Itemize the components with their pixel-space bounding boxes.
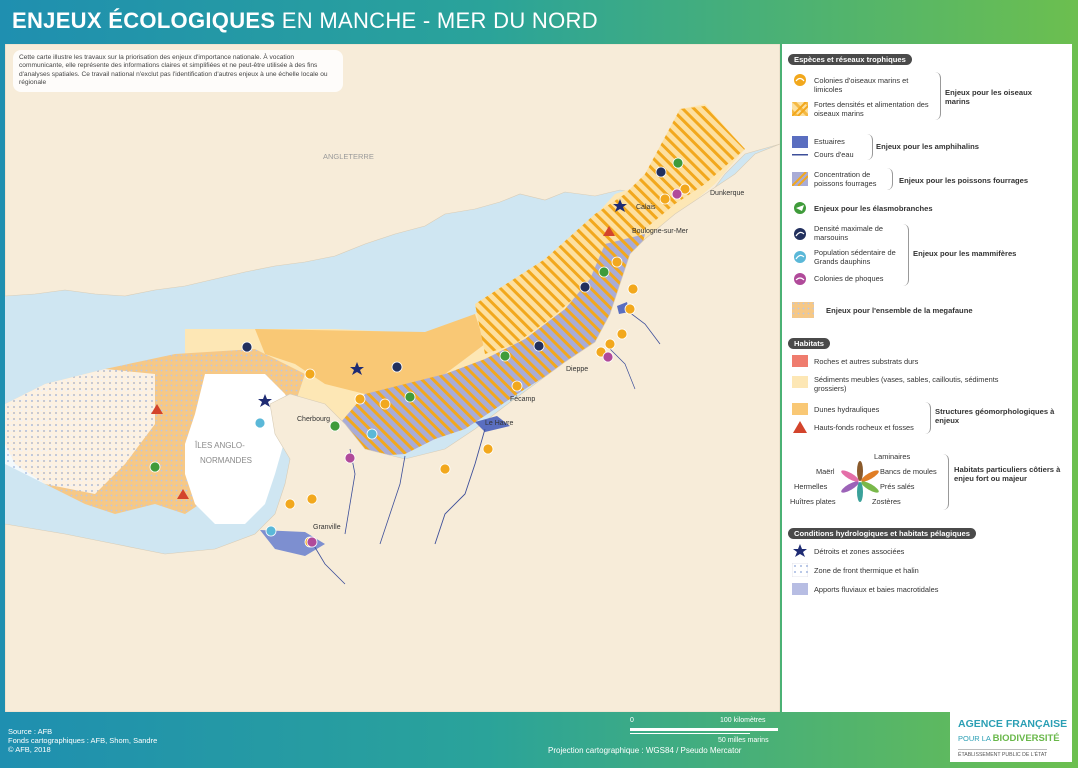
legend-laminaires: Laminaires	[874, 452, 911, 461]
legend-marsouins: Densité maximale de marsouins	[814, 224, 884, 242]
legend-cours-eau: Cours d'eau	[814, 150, 854, 159]
brace-amphihalins	[866, 134, 873, 160]
brace-structures	[924, 402, 931, 434]
label-granville: Granville	[313, 524, 341, 531]
legend-elasmobranches: Enjeux pour les élasmobranches	[814, 204, 933, 213]
bird-colony-icon	[794, 74, 806, 86]
scale-zero: 0	[630, 717, 634, 724]
legend-pres-sales: Prés salés	[880, 482, 915, 491]
front-swatch	[792, 563, 808, 577]
legend-apports-fluviaux: Apports fluviaux et baies macrotidales	[814, 585, 939, 594]
projection-text: Projection cartographique : WGS84 / Pseu…	[548, 746, 742, 755]
label-angleterre: ANGLETERRE	[323, 152, 374, 161]
legend-zosteres: Zostères	[872, 497, 901, 506]
map-canvas[interactable]	[5, 44, 780, 712]
legend-hauts-fonds: Hauts-fonds rocheux et fosses	[814, 423, 914, 432]
copyright-line: © AFB, 2018	[8, 745, 51, 754]
page-title: ENJEUX ÉCOLOGIQUES EN MANCHE - MER DU NO…	[12, 8, 598, 33]
haut-fond-icon	[793, 421, 807, 433]
label-iles-line2: NORMANDES	[200, 456, 253, 465]
label-cherbourg: Cherbourg	[297, 416, 331, 423]
legend-section-habitats: Habitats	[788, 338, 830, 349]
label-le-havre: Le Havre	[485, 420, 514, 427]
label-boulogne: Boulogne-sur-Mer	[632, 228, 689, 235]
label-calais: Calais	[636, 204, 656, 211]
legend-group-oiseaux: Enjeux pour les oiseaux marins	[945, 88, 1032, 106]
estuary-swatch	[792, 136, 808, 148]
afb-line3: ÉTABLISSEMENT PUBLIC DE L'ÉTAT	[958, 749, 1048, 758]
dunes-swatch	[792, 403, 808, 415]
legend-group-mammiferes: Enjeux pour les mammifères	[913, 249, 1017, 258]
legend-group-amphihalins: Enjeux pour les amphihalins	[876, 142, 979, 151]
legend-concentration-poissons: Concentration de poissons fourrages	[814, 170, 877, 188]
legend-maerl: Maërl	[816, 467, 835, 476]
rock-swatch	[792, 355, 808, 367]
legend-front-thermique: Zone de front thermique et halin	[814, 566, 919, 575]
apports-swatch	[792, 583, 808, 595]
legend-megafaune: Enjeux pour l'ensemble de la megafaune	[826, 306, 973, 315]
porpoise-icon	[794, 228, 806, 240]
legend-huitres: Huîtres plates	[790, 497, 836, 506]
bird-density-swatch	[792, 102, 808, 116]
brace-poissons	[886, 168, 893, 190]
afb-line1: AGENCE FRANÇAISE	[958, 718, 1068, 730]
afb-line2: POUR LA BIODIVERSITÉ	[958, 733, 1060, 744]
brace-mammiferes	[902, 224, 909, 286]
label-dunkerque: Dunkerque	[710, 190, 745, 197]
legend-colonies-oiseaux: Colonies d'oiseaux marins et limicoles	[814, 76, 909, 94]
legend-dauphins: Population sédentaire de Grands dauphins	[814, 248, 896, 266]
brace-oiseaux	[934, 72, 941, 120]
legend-detroits: Détroits et zones associées	[814, 547, 905, 556]
source-credits: Source : AFB Fonds cartographiques : AFB…	[8, 727, 157, 754]
label-fecamp: Fécamp	[510, 396, 536, 403]
legend-sediments: Sédiments meubles (vases, sables, caillo…	[814, 375, 999, 393]
fonds-line: Fonds cartographiques : AFB, Shom, Sandr…	[8, 736, 158, 745]
legend-group-poissons: Enjeux pour les poissons fourrages	[899, 176, 1029, 185]
legend-hermelles: Hermelles	[794, 482, 828, 491]
scale-km: 100 kilomètres	[720, 717, 766, 724]
label-iles-line1: ÎLES ANGLO-	[195, 441, 245, 450]
elasmobranch-icon	[794, 202, 806, 214]
scale-bar-graphic	[630, 728, 778, 734]
legend-phoques: Colonies de phoques	[814, 274, 884, 283]
legend-estuaires: Estuaires	[814, 137, 845, 146]
brace-habitats-particuliers	[942, 454, 949, 510]
map-panel[interactable]: Cette carte illustre les travaux sur la …	[5, 44, 780, 712]
seal-icon	[794, 273, 806, 285]
intro-text: Cette carte illustre les travaux sur la …	[13, 50, 343, 92]
strait-star-icon	[793, 544, 807, 557]
fish-swatch	[792, 172, 808, 186]
legend-bancs-moules: Bancs de moules	[880, 467, 937, 476]
dolphin-icon	[794, 251, 806, 263]
legend-section-species: Espèces et réseaux trophiques	[788, 54, 912, 65]
legend-section-conditions: Conditions hydrologiques et habitats pél…	[788, 528, 976, 539]
legend-dunes: Dunes hydrauliques	[814, 405, 880, 414]
label-dieppe: Dieppe	[566, 366, 589, 373]
megafauna-swatch	[792, 302, 814, 318]
river-swatch	[792, 154, 808, 156]
sediment-swatch	[792, 376, 808, 388]
legend-group-structures: Structures géomorphologiques à enjeux	[935, 407, 1055, 425]
legend-fortes-densites: Fortes densités et alimentation des oise…	[814, 100, 929, 118]
legend-group-habitats-particuliers: Habitats particuliers côtiers à enjeu fo…	[954, 465, 1061, 483]
source-line: Source : AFB	[8, 727, 53, 736]
legend-roches: Roches et autres substrats durs	[814, 357, 919, 366]
afb-logo: AGENCE FRANÇAISE POUR LA BIODIVERSITÉ ÉT…	[950, 712, 1072, 762]
scale-miles: 50 milles marins	[718, 737, 769, 744]
legend-panel: Espèces et réseaux trophiques Colonies d…	[782, 44, 1072, 712]
